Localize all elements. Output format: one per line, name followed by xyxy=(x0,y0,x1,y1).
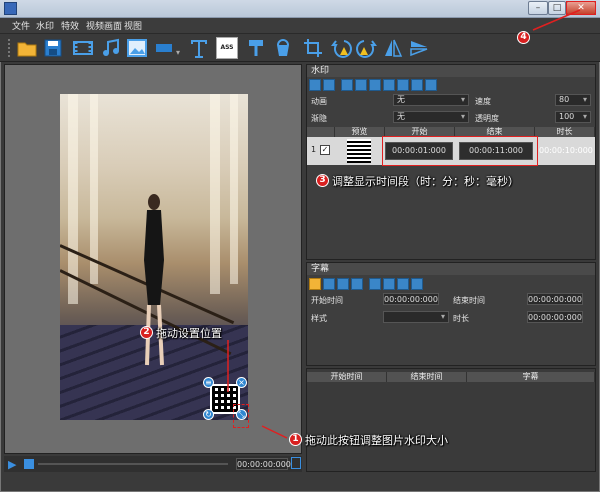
close-highlight-box xyxy=(566,1,596,15)
annotation-1-text: 拖动此按钮调整图片水印大小 xyxy=(305,434,448,447)
annotation-2-text: 拖动设置位置 xyxy=(156,327,222,340)
annotation-2-number: 2 xyxy=(140,326,153,339)
annotation-3-number: 3 xyxy=(316,174,329,187)
annotation-1-number: 1 xyxy=(289,433,302,446)
annotation-3-text: 调整显示时间段（时：分：秒：毫秒） xyxy=(332,175,519,188)
annotation-4-number: 4 xyxy=(517,31,530,44)
annotation-arrows xyxy=(227,9,581,439)
